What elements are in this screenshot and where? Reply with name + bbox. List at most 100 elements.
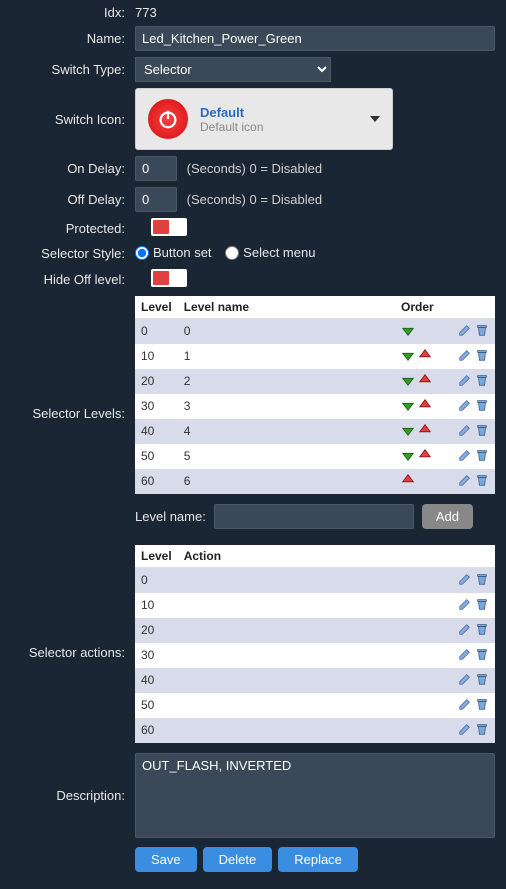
level-cell: 30 xyxy=(135,643,178,668)
edit-icon[interactable] xyxy=(458,700,472,714)
edit-icon[interactable] xyxy=(458,351,472,365)
level-cell: 30 xyxy=(135,394,178,419)
on-delay-label: On Delay: xyxy=(5,161,135,176)
save-button[interactable]: Save xyxy=(135,847,197,872)
move-up-icon[interactable] xyxy=(418,426,432,440)
description-textarea[interactable]: OUT_FLASH, INVERTED xyxy=(135,753,495,838)
off-delay-hint: (Seconds) 0 = Disabled xyxy=(187,192,323,207)
level-name-label: Level name: xyxy=(135,509,206,524)
action-cell xyxy=(178,693,451,718)
edit-icon[interactable] xyxy=(458,326,472,340)
level-name-cell: 0 xyxy=(178,318,395,344)
action-cell xyxy=(178,668,451,693)
protected-label: Protected: xyxy=(5,221,135,236)
idx-value: 773 xyxy=(135,5,501,20)
move-up-icon[interactable] xyxy=(401,476,415,490)
trash-icon[interactable] xyxy=(475,351,489,365)
edit-icon[interactable] xyxy=(458,476,472,490)
table-row: 505 xyxy=(135,444,495,469)
level-cell: 50 xyxy=(135,444,178,469)
on-delay-hint: (Seconds) 0 = Disabled xyxy=(187,161,323,176)
levels-th-name: Level name xyxy=(178,296,395,319)
edit-icon[interactable] xyxy=(458,575,472,589)
trash-icon[interactable] xyxy=(475,700,489,714)
trash-icon[interactable] xyxy=(475,451,489,465)
hide-off-toggle[interactable] xyxy=(151,269,187,287)
trash-icon[interactable] xyxy=(475,401,489,415)
table-row: 50 xyxy=(135,693,495,718)
off-delay-input[interactable] xyxy=(135,187,177,212)
delete-button[interactable]: Delete xyxy=(203,847,273,872)
level-name-cell: 1 xyxy=(178,344,395,369)
trash-icon[interactable] xyxy=(475,625,489,639)
move-down-icon[interactable] xyxy=(401,376,415,390)
edit-icon[interactable] xyxy=(458,451,472,465)
actions-th-action: Action xyxy=(178,545,451,568)
level-name-cell: 4 xyxy=(178,419,395,444)
icon-selector[interactable]: Default Default icon xyxy=(135,88,393,150)
actions-table: Level Action 0 10 20 30 40 50 60 xyxy=(135,545,495,743)
switch-type-select[interactable]: Selector xyxy=(135,57,331,82)
table-row: 0 xyxy=(135,567,495,593)
edit-icon[interactable] xyxy=(458,650,472,664)
level-cell: 20 xyxy=(135,369,178,394)
table-row: 606 xyxy=(135,469,495,494)
selector-levels-label: Selector Levels: xyxy=(5,296,135,421)
move-up-icon[interactable] xyxy=(418,401,432,415)
levels-table: Level Level name Order 00 101 202 303 40… xyxy=(135,296,495,494)
name-input[interactable] xyxy=(135,26,495,51)
idx-label: Idx: xyxy=(5,5,135,20)
trash-icon[interactable] xyxy=(475,725,489,739)
table-row: 40 xyxy=(135,668,495,693)
name-label: Name: xyxy=(5,31,135,46)
edit-icon[interactable] xyxy=(458,675,472,689)
edit-icon[interactable] xyxy=(458,426,472,440)
selector-style-label: Selector Style: xyxy=(5,246,135,261)
table-row: 202 xyxy=(135,369,495,394)
trash-icon[interactable] xyxy=(475,426,489,440)
radio-select-menu[interactable] xyxy=(225,246,239,260)
off-delay-label: Off Delay: xyxy=(5,192,135,207)
level-cell: 0 xyxy=(135,567,178,593)
trash-icon[interactable] xyxy=(475,376,489,390)
replace-button[interactable]: Replace xyxy=(278,847,358,872)
protected-toggle[interactable] xyxy=(151,218,187,236)
chevron-down-icon xyxy=(370,116,380,122)
level-cell: 40 xyxy=(135,668,178,693)
trash-icon[interactable] xyxy=(475,575,489,589)
trash-icon[interactable] xyxy=(475,476,489,490)
level-name-input[interactable] xyxy=(214,504,414,529)
on-delay-input[interactable] xyxy=(135,156,177,181)
level-cell: 0 xyxy=(135,318,178,344)
radio-button-set[interactable] xyxy=(135,246,149,260)
move-up-icon[interactable] xyxy=(418,451,432,465)
levels-th-order: Order xyxy=(395,296,451,319)
table-row: 101 xyxy=(135,344,495,369)
icon-subtitle: Default icon xyxy=(200,120,263,134)
move-down-icon[interactable] xyxy=(401,326,415,340)
edit-icon[interactable] xyxy=(458,625,472,639)
edit-icon[interactable] xyxy=(458,725,472,739)
action-cell xyxy=(178,618,451,643)
move-down-icon[interactable] xyxy=(401,351,415,365)
edit-icon[interactable] xyxy=(458,600,472,614)
level-cell: 60 xyxy=(135,718,178,743)
move-up-icon[interactable] xyxy=(418,351,432,365)
edit-icon[interactable] xyxy=(458,401,472,415)
level-name-cell: 2 xyxy=(178,369,395,394)
trash-icon[interactable] xyxy=(475,650,489,664)
trash-icon[interactable] xyxy=(475,600,489,614)
trash-icon[interactable] xyxy=(475,326,489,340)
edit-icon[interactable] xyxy=(458,376,472,390)
level-cell: 10 xyxy=(135,344,178,369)
icon-title: Default xyxy=(200,105,263,120)
move-down-icon[interactable] xyxy=(401,401,415,415)
move-down-icon[interactable] xyxy=(401,451,415,465)
add-button[interactable]: Add xyxy=(422,504,473,529)
radio-button-set-label: Button set xyxy=(153,245,212,260)
switch-type-label: Switch Type: xyxy=(5,62,135,77)
move-down-icon[interactable] xyxy=(401,426,415,440)
radio-select-menu-label: Select menu xyxy=(243,245,315,260)
move-up-icon[interactable] xyxy=(418,376,432,390)
trash-icon[interactable] xyxy=(475,675,489,689)
